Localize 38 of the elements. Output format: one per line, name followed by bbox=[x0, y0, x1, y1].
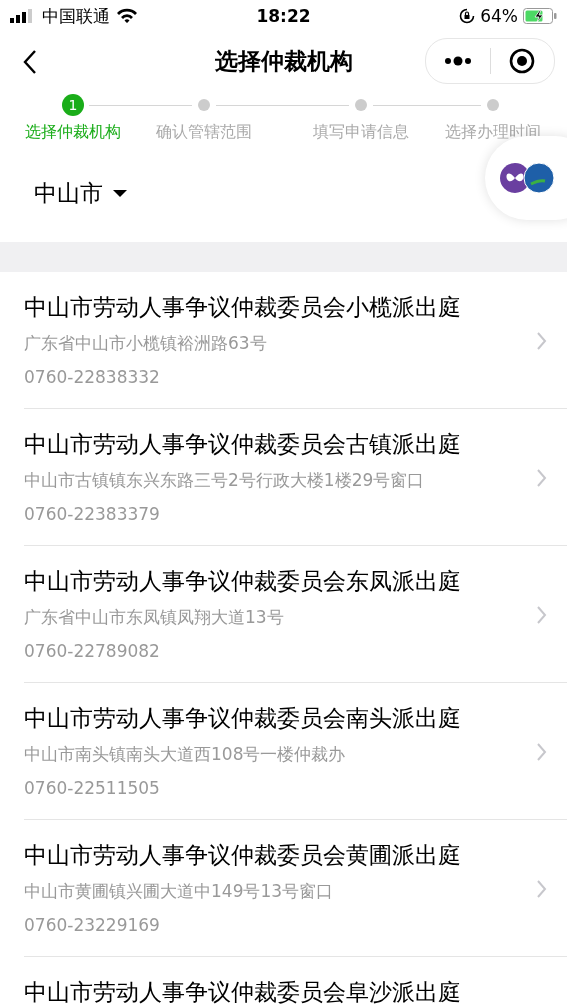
organization-address: 中山市南头镇南头大道西108号一楼仲裁办 bbox=[24, 743, 347, 766]
organization-address: 广东省中山市小榄镇裕洲路63号 bbox=[24, 332, 268, 355]
rotation-lock-icon bbox=[459, 8, 476, 24]
step-label: 填写申请信息 bbox=[313, 122, 409, 143]
organization-phone: 0760-22838332 bbox=[24, 366, 161, 389]
organization-name: 中山市劳动人事争议仲裁委员会东凤派出庭 bbox=[24, 567, 462, 596]
close-icon bbox=[509, 48, 536, 74]
chevron-icon bbox=[537, 469, 547, 487]
battery-percent: 64% bbox=[480, 6, 518, 26]
organization-name: 中山市劳动人事争议仲裁委员会古镇派出庭 bbox=[24, 430, 462, 459]
chevron-icon bbox=[537, 606, 547, 624]
organization-phone: 0760-22383379 bbox=[24, 503, 161, 526]
chevron-icon bbox=[537, 743, 547, 761]
organization-phone: 0760-22511505 bbox=[24, 777, 161, 800]
carrier-name: 中国联通 bbox=[42, 4, 110, 28]
chevron-icon bbox=[537, 880, 547, 898]
organization-name: 中山市劳动人事争议仲裁委员会黄圃派出庭 bbox=[24, 841, 462, 870]
battery-charging-icon bbox=[523, 8, 557, 24]
caret-icon bbox=[113, 189, 127, 198]
page-title: 选择仲裁机构 bbox=[213, 46, 354, 76]
organization-address: 中山市古镇镇东兴东路三号2号行政大楼1楼29号窗口 bbox=[24, 469, 426, 492]
wifi-icon bbox=[116, 8, 138, 24]
organization-name: 中山市劳动人事争议仲裁委员会阜沙派出庭 bbox=[24, 978, 462, 1007]
organization-name: 中山市劳动人事争议仲裁委员会南头派出庭 bbox=[24, 704, 462, 733]
city-dropdown[interactable]: 中山市 bbox=[34, 178, 127, 209]
clock-time: 18:22 bbox=[256, 6, 311, 26]
organization-phone: 0760-23229169 bbox=[24, 914, 161, 937]
back-icon bbox=[22, 49, 38, 75]
step-label: 选择仲裁机构 bbox=[25, 122, 121, 143]
organization-address: 中山市黄圃镇兴圃大道中149号13号窗口 bbox=[24, 880, 335, 903]
step-marker: 1 bbox=[62, 94, 84, 116]
chevron-icon bbox=[537, 332, 547, 350]
logo-icon bbox=[499, 162, 555, 194]
organization-address: 广东省中山市东凤镇凤翔大道13号 bbox=[24, 606, 285, 629]
step-label: 确认管辖范围 bbox=[156, 122, 252, 143]
organization-phone: 0760-22789082 bbox=[24, 640, 161, 663]
more-icon bbox=[443, 56, 472, 66]
organization-name: 中山市劳动人事争议仲裁委员会小榄派出庭 bbox=[24, 293, 462, 322]
